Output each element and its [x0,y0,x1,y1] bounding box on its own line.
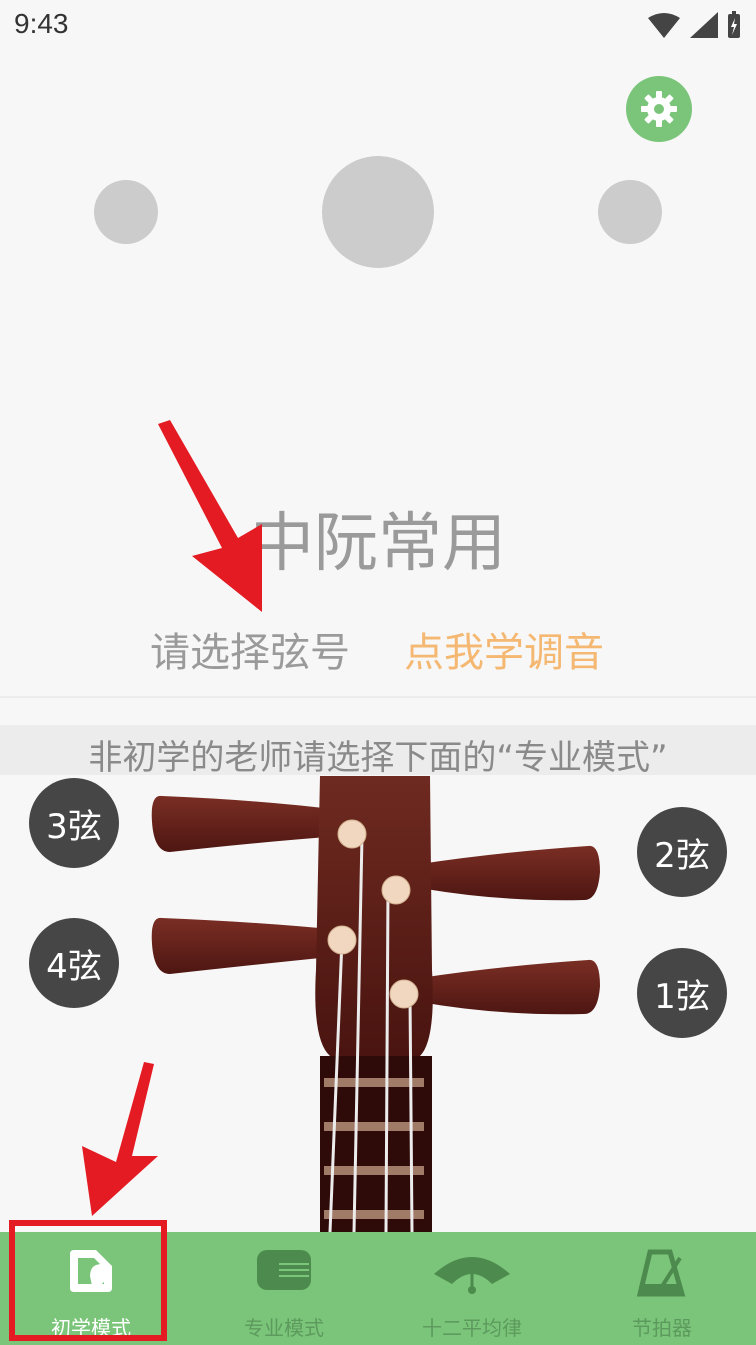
notice-bar: 非初学的老师请选择下面的“专业模式” [0,725,756,778]
instrument-name[interactable]: 中阮常用 [0,492,756,584]
settings-button[interactable] [626,76,692,142]
ruan-headstock-illustration [151,776,600,1232]
string-2-button[interactable]: 2弦 [637,807,727,897]
learn-tuning-link[interactable]: 点我学调音 [404,620,604,678]
tab-professional-mode[interactable]: 专业模式 [194,1232,374,1345]
string-4-button[interactable]: 4弦 [29,918,119,1008]
pitch-indicator-flat [94,180,158,244]
status-icons [646,10,742,46]
annotation-arrow-icon [82,1062,158,1216]
divider [0,696,756,698]
status-bar: 9:43 [0,0,756,52]
tab-twelve-tone[interactable]: 十二平均律 [382,1232,562,1345]
gear-icon [641,91,677,127]
tab-metronome[interactable]: 节拍器 [572,1232,752,1345]
string-1-button[interactable]: 1弦 [637,948,727,1038]
select-string-prompt: 请选择弦号 [150,630,350,676]
pitch-indicator-sharp [598,180,662,244]
twelve-tone-icon [434,1257,510,1294]
pitch-indicator-center [322,156,434,268]
wifi-signal-battery-icon [648,11,740,38]
tab-label: 十二平均律 [422,1316,522,1340]
professional-mode-icon [257,1250,311,1290]
string-3-button[interactable]: 3弦 [29,778,119,868]
annotation-arrow-icon [158,420,262,612]
annotation-highlight-box [9,1220,167,1341]
status-time: 9:43 [14,8,69,39]
tab-label: 节拍器 [632,1316,692,1340]
metronome-icon [636,1249,686,1297]
tab-label: 专业模式 [244,1316,324,1340]
